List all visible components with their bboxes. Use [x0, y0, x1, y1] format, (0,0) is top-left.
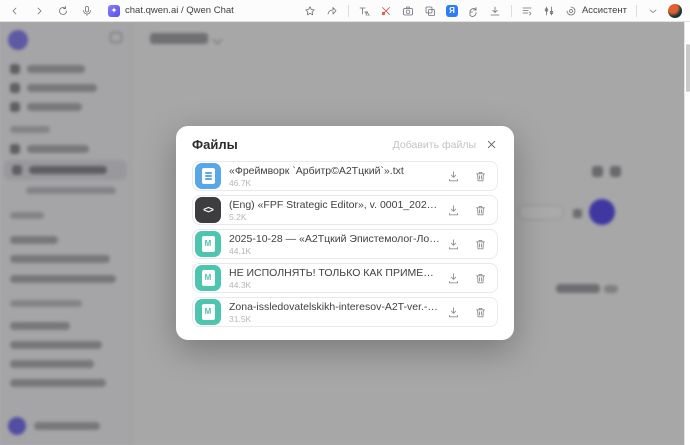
assistant-label: Ассистент	[582, 5, 627, 16]
txt-line-glyph	[205, 178, 212, 180]
trash-icon[interactable]	[473, 271, 487, 285]
trash-icon[interactable]	[473, 203, 487, 217]
file-page-glyph	[202, 168, 215, 184]
toolbar-divider	[511, 5, 512, 17]
collections-icon[interactable]	[424, 4, 437, 17]
file-row-actions	[446, 237, 487, 251]
toolbar-right: Я Ассистент	[304, 4, 682, 18]
file-page-glyph: M	[202, 270, 215, 286]
md-glyph: M	[205, 274, 212, 282]
json-glyph: <>	[203, 205, 213, 216]
downloads-icon[interactable]	[489, 4, 502, 17]
assistant-button[interactable]: Ассистент	[565, 4, 627, 17]
qwen-favicon: ✦	[108, 5, 120, 17]
download-icon[interactable]	[446, 203, 460, 217]
reader-mode-icon[interactable]	[521, 4, 534, 17]
browser-toolbar: ✦ chat.qwen.ai / Qwen Chat Я	[0, 0, 690, 22]
profile-avatar[interactable]	[668, 4, 682, 18]
file-size: 31.5K	[229, 314, 446, 324]
translate-blue-icon[interactable]: Я	[446, 5, 458, 17]
add-files-button[interactable]: Добавить файлы	[393, 139, 476, 151]
page-url[interactable]: chat.qwen.ai / Qwen Chat	[125, 5, 234, 16]
file-row: «Фреймворк `Арбитр©А2Тцкий`».txt 46.7K	[192, 161, 498, 191]
bookmark-star-icon[interactable]	[304, 4, 317, 17]
close-icon[interactable]	[485, 138, 498, 151]
file-size: 46.7K	[229, 178, 446, 188]
toolbar-divider	[636, 5, 637, 17]
file-size: 44.3K	[229, 280, 446, 290]
file-meta: «Фреймворк `Арбитр©А2Тцкий`».txt 46.7K	[229, 165, 446, 188]
reload-icon[interactable]	[56, 4, 69, 17]
file-name: (Eng) «FPF Strategic Editor», v. 0001_20…	[229, 199, 446, 211]
forward-icon[interactable]	[32, 4, 45, 17]
file-page-glyph: M	[202, 304, 215, 320]
file-list: «Фреймворк `Арбитр©А2Тцкий`».txt 46.7K <…	[192, 161, 498, 327]
download-icon[interactable]	[446, 169, 460, 183]
file-type-icon: M	[195, 231, 221, 257]
file-row: M НЕ ИСПОЛНЯТЬ! ТОЛЬКО КАК ПРИМЕР!! 2025…	[192, 263, 498, 293]
file-name: 2025-10-28 — «А2Тцкий Эпистемолог-Логик-…	[229, 233, 446, 245]
download-icon[interactable]	[446, 305, 460, 319]
modal-header: Файлы Добавить файлы	[192, 137, 498, 152]
trash-icon[interactable]	[473, 305, 487, 319]
file-page-glyph: M	[202, 236, 215, 252]
file-type-icon: <>	[195, 197, 221, 223]
page-scrollbar[interactable]	[684, 22, 690, 445]
txt-line-glyph	[205, 172, 212, 174]
file-name: Zona-issledovatelskikh-interesov-A2T-ver…	[229, 301, 446, 313]
address-bar[interactable]: ✦ chat.qwen.ai / Qwen Chat	[108, 5, 234, 17]
txt-line-glyph	[205, 175, 212, 177]
file-name: «Фреймворк `Арбитр©А2Тцкий`».txt	[229, 165, 446, 177]
back-icon[interactable]	[8, 4, 21, 17]
screenshot-icon[interactable]	[402, 4, 415, 17]
file-meta: Zona-issledovatelskikh-interesov-A2T-ver…	[229, 301, 446, 324]
share-icon[interactable]	[326, 4, 339, 17]
translate-letter-icon[interactable]	[358, 4, 371, 17]
file-type-icon	[195, 163, 221, 189]
files-modal: Файлы Добавить файлы «Фреймворк `Арбитр©…	[176, 126, 514, 340]
file-meta: (Eng) «FPF Strategic Editor», v. 0001_20…	[229, 199, 446, 222]
md-glyph: M	[205, 308, 212, 316]
file-meta: НЕ ИСПОЛНЯТЬ! ТОЛЬКО КАК ПРИМЕР!! 2025-1…	[229, 267, 446, 290]
file-row: M 2025-10-28 — «А2Тцкий Эпистемолог-Логи…	[192, 229, 498, 259]
tuner-icon[interactable]	[543, 4, 556, 17]
file-row-actions	[446, 271, 487, 285]
menu-chevron-icon[interactable]	[646, 4, 659, 17]
file-size: 44.1K	[229, 246, 446, 256]
modal-header-actions: Добавить файлы	[393, 138, 498, 151]
scrollbar-thumb[interactable]	[686, 44, 690, 92]
file-name: НЕ ИСПОЛНЯТЬ! ТОЛЬКО КАК ПРИМЕР!! 2025-1…	[229, 267, 446, 279]
voice-search-icon[interactable]	[80, 4, 93, 17]
file-row: <> (Eng) «FPF Strategic Editor», v. 0001…	[192, 195, 498, 225]
trash-icon[interactable]	[473, 169, 487, 183]
browser-window: ✦ chat.qwen.ai / Qwen Chat Я	[0, 0, 690, 445]
file-row-actions	[446, 203, 487, 217]
file-type-icon: M	[195, 299, 221, 325]
file-type-icon: M	[195, 265, 221, 291]
file-row-actions	[446, 169, 487, 183]
toolbar-divider	[348, 5, 349, 17]
adblock-icon[interactable]	[380, 4, 393, 17]
file-row: M Zona-issledovatelskikh-interesov-A2T-v…	[192, 297, 498, 327]
trash-icon[interactable]	[473, 237, 487, 251]
file-row-actions	[446, 305, 487, 319]
md-glyph: M	[205, 240, 212, 248]
download-icon[interactable]	[446, 237, 460, 251]
assistant-icon	[565, 4, 578, 17]
sync-icon[interactable]	[467, 4, 480, 17]
file-size: 5.2K	[229, 212, 446, 222]
file-meta: 2025-10-28 — «А2Тцкий Эпистемолог-Логик-…	[229, 233, 446, 256]
download-icon[interactable]	[446, 271, 460, 285]
modal-title: Файлы	[192, 137, 238, 152]
